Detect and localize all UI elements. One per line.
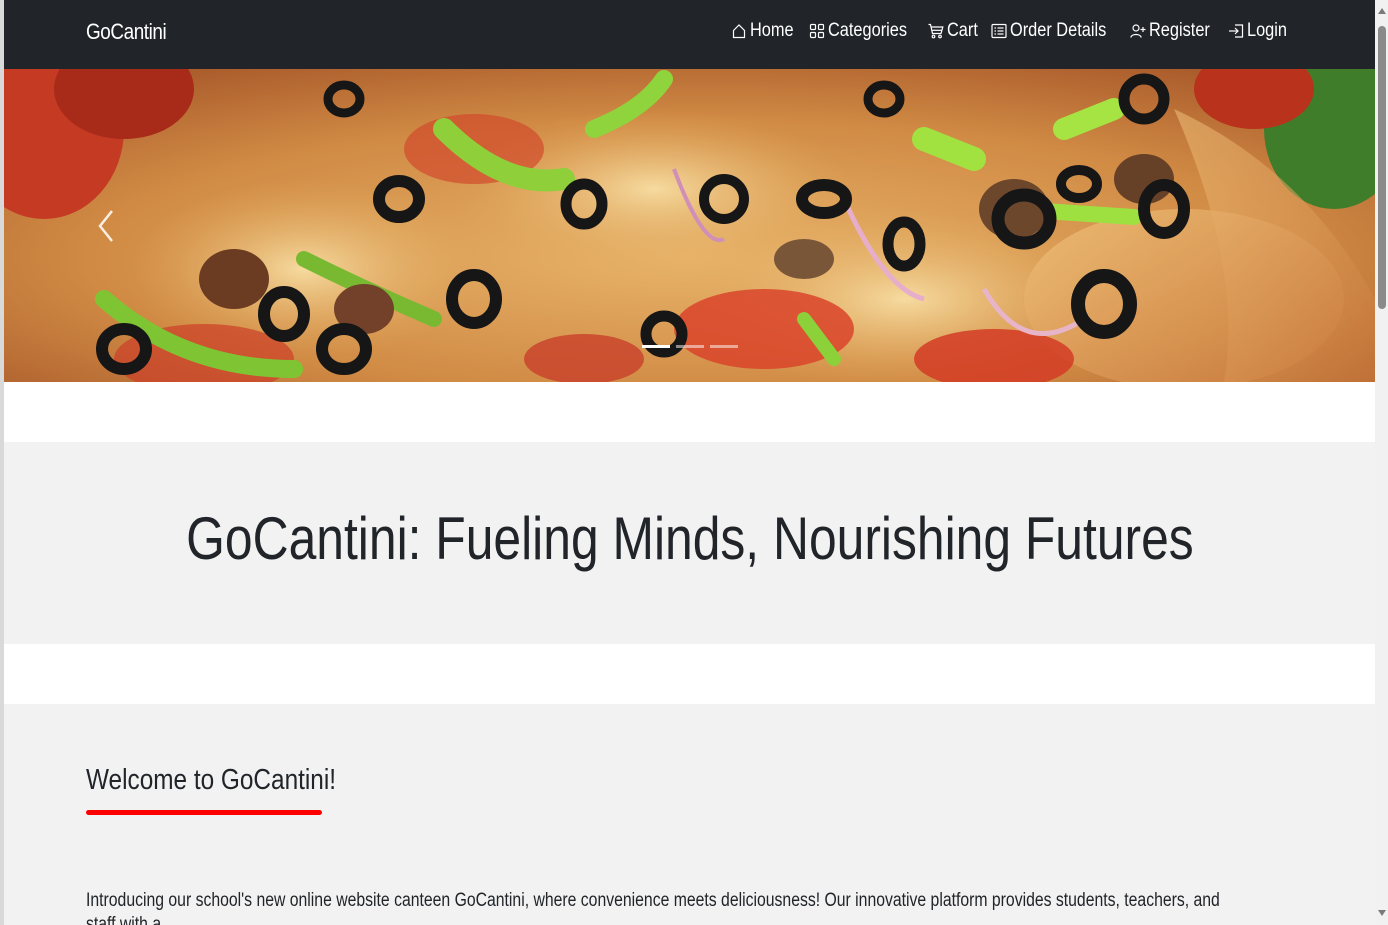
nav-order-details-link[interactable]: Order Details	[991, 20, 1116, 42]
carousel-indicator-3[interactable]	[710, 345, 738, 348]
welcome-underline	[86, 810, 322, 815]
nav-login-link[interactable]: Login	[1228, 20, 1288, 42]
hero-carousel[interactable]	[4, 69, 1375, 382]
login-icon	[1228, 24, 1243, 38]
hero-title: GoCantini: Fueling Minds, Nourishing Fut…	[4, 504, 1375, 573]
nav-categories-link[interactable]: Categories	[809, 20, 914, 42]
carousel-prev-icon[interactable]	[92, 201, 122, 251]
nav-menu: Home Categories Cart Order Details Regis…	[731, 20, 1287, 42]
navbar: GoCantini Home Categories Cart Order Det…	[4, 0, 1375, 69]
nav-order-details-label: Order Details	[1009, 20, 1107, 41]
welcome-title: Welcome to GoCantini!	[86, 764, 337, 796]
list-icon	[991, 23, 1007, 39]
nav-home-label: Home	[750, 20, 794, 41]
brand-logo[interactable]: GoCantini	[86, 19, 167, 45]
grid-icon	[809, 23, 825, 39]
welcome-section: Welcome to GoCantini! Introducing our sc…	[4, 704, 1375, 925]
scroll-up-arrow-icon[interactable]	[1378, 8, 1386, 14]
carousel-indicators	[642, 345, 738, 348]
nav-cart-label: Cart	[946, 20, 978, 41]
nav-home-link[interactable]: Home	[731, 20, 795, 42]
page: GoCantini Home Categories Cart Order Det…	[4, 0, 1375, 925]
nav-register-label: Register	[1148, 20, 1210, 41]
scroll-down-arrow-icon[interactable]	[1378, 910, 1386, 916]
scrollbar-thumb[interactable]	[1378, 26, 1386, 309]
carousel-indicator-2[interactable]	[676, 345, 704, 348]
vertical-scrollbar[interactable]	[1375, 0, 1388, 925]
person-add-icon	[1129, 24, 1146, 38]
house-icon	[733, 24, 746, 39]
hero-banner: GoCantini: Fueling Minds, Nourishing Fut…	[4, 442, 1375, 644]
nav-login-label: Login	[1246, 20, 1287, 41]
pizza-banner-image	[4, 69, 1375, 382]
nav-cart-link[interactable]: Cart	[928, 20, 978, 42]
nav-categories-label: Categories	[828, 20, 908, 41]
nav-register-link[interactable]: Register	[1129, 20, 1214, 42]
hero-title-text: GoCantini: Fueling Minds, Nourishing Fut…	[185, 505, 1194, 572]
cart-icon	[928, 23, 944, 39]
carousel-indicator-1[interactable]	[642, 345, 670, 348]
welcome-paragraph: Introducing our school's new online webs…	[86, 890, 1220, 925]
